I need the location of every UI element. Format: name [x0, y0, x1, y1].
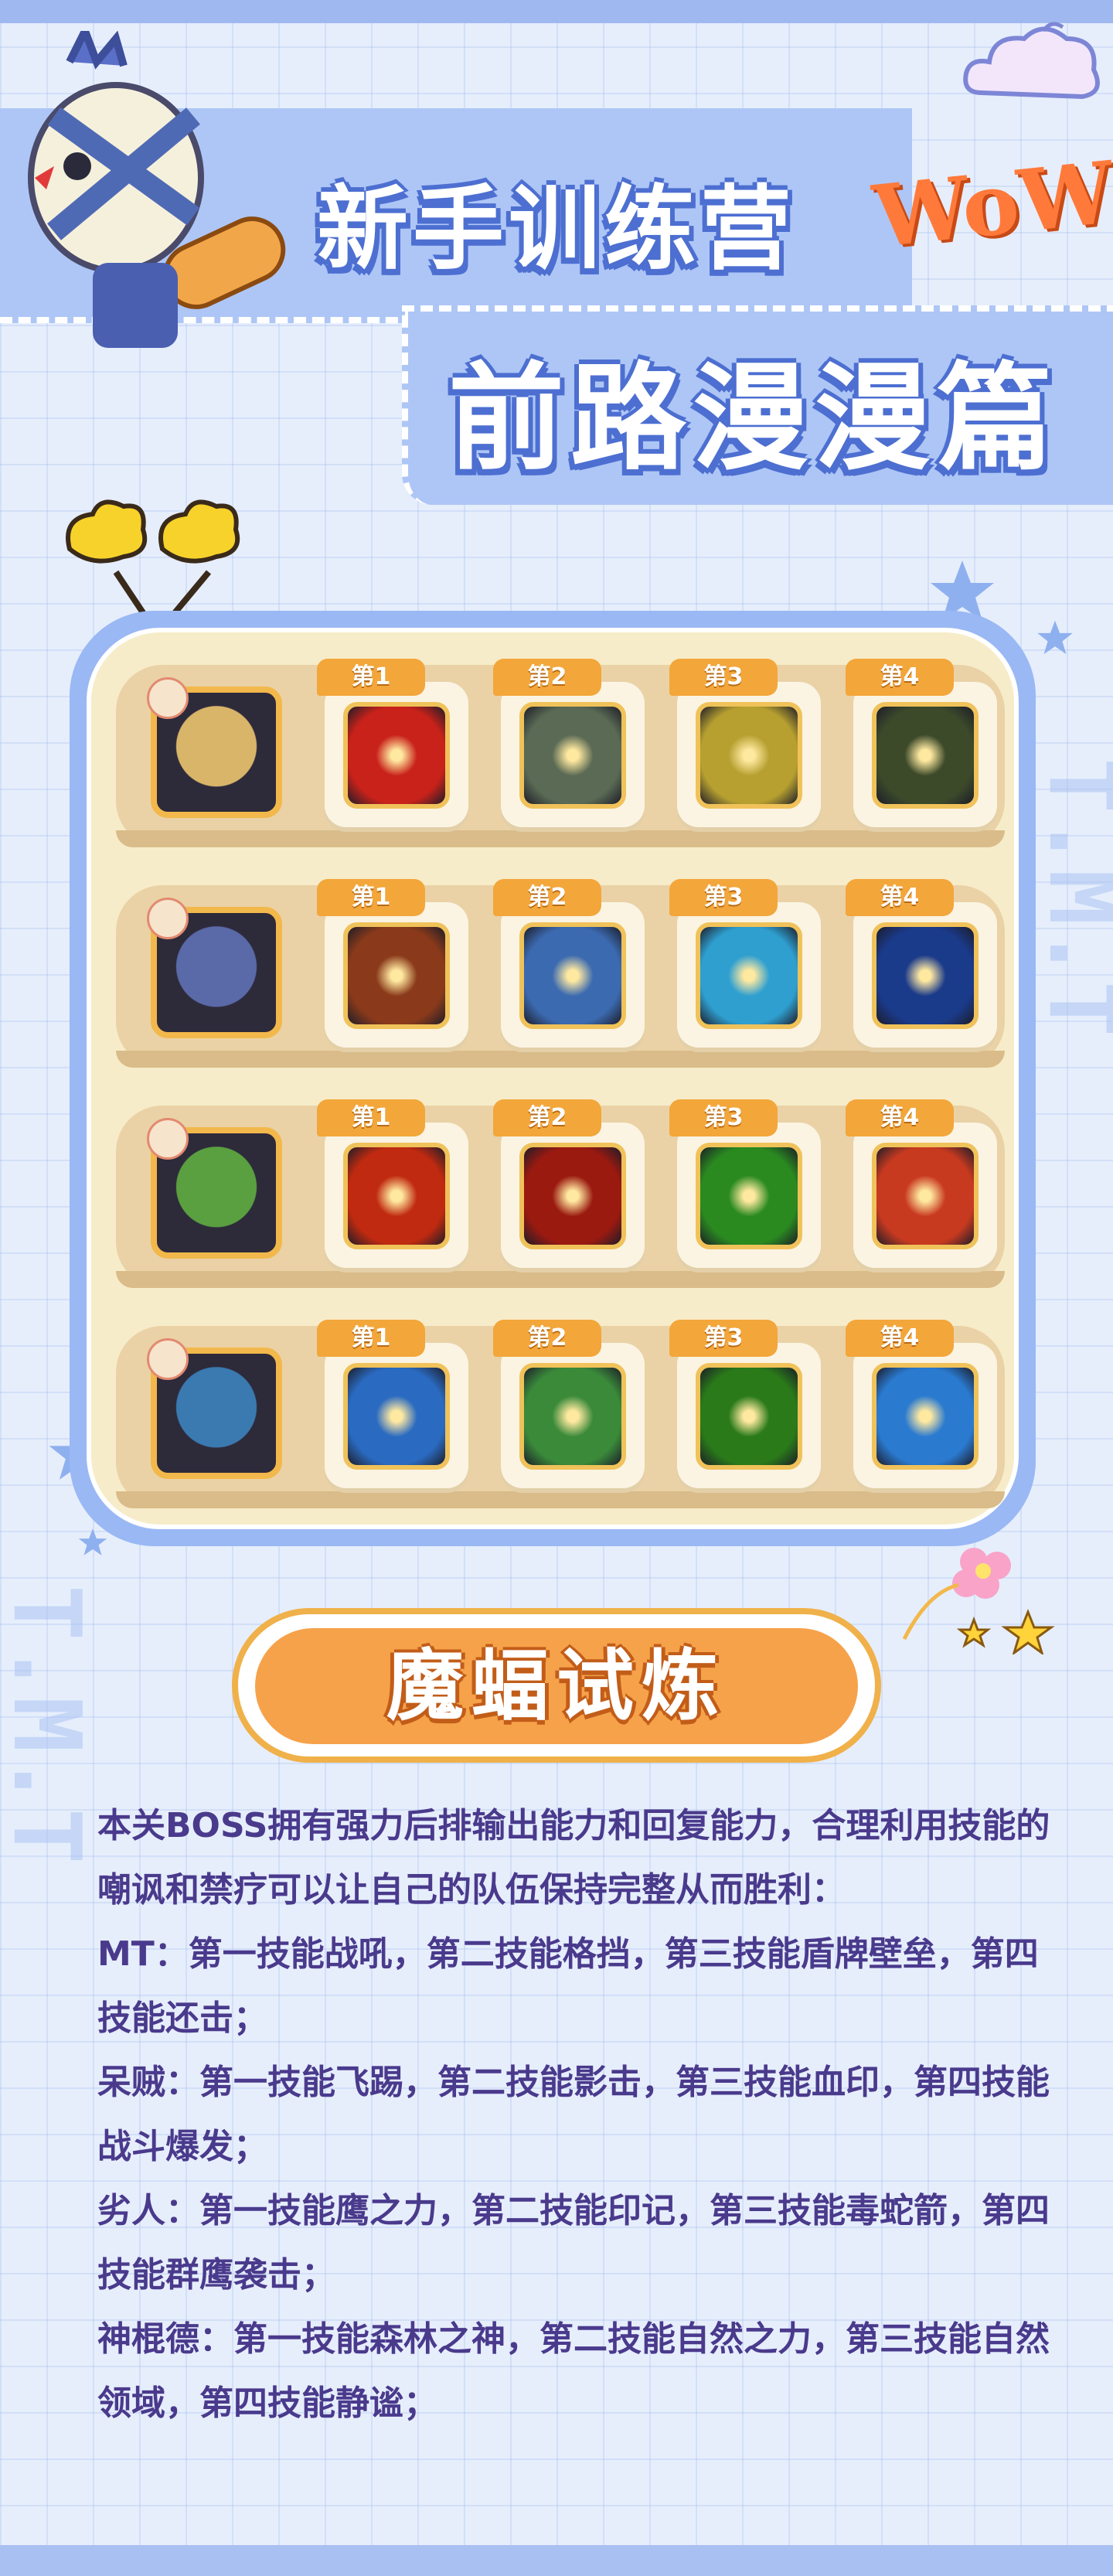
skill-order-tag: 第3 [669, 659, 778, 696]
battle-burst-icon[interactable] [872, 922, 979, 1029]
skill-order-tag: 第1 [317, 879, 425, 916]
skill-order-tag: 第4 [846, 879, 954, 916]
eagle-swarm-icon[interactable] [872, 1143, 979, 1249]
skill-order-tag: 第3 [669, 1099, 778, 1136]
page-title-line2: 前路漫漫篇 [448, 352, 1060, 486]
skill-order-tag: 第1 [317, 1320, 425, 1357]
class-badge-icon [147, 1338, 189, 1380]
description-block: 本关BOSS拥有强力后排输出能力和回复能力，合理利用技能的嘲讽和禁疗可以让自己的… [97, 1794, 1056, 2435]
skill-order-tag: 第3 [669, 879, 778, 916]
skill-slot[interactable]: 第3 [669, 879, 821, 1048]
skill-slot[interactable]: 第2 [493, 1320, 645, 1488]
description-rogue: 呆贼：第一技能飞踢，第二技能影击，第三技能血印，第四技能战斗爆发； [97, 2063, 1050, 2166]
description-hunter: 劣人：第一技能鹰之力，第二技能印记，第三技能毒蛇箭，第四技能群鹰袭击； [97, 2191, 1050, 2295]
description-mt: MT：第一技能战吼，第二技能格挡，第三技能盾牌壁垒，第四技能还击； [97, 1934, 1039, 2038]
skill-order-tag: 第2 [493, 1320, 601, 1357]
skill-order-tag: 第3 [669, 1320, 778, 1357]
skill-order-tag: 第1 [317, 1099, 425, 1136]
page-title-line1: 新手训练营 [317, 175, 797, 282]
nature-domain-icon[interactable] [696, 1363, 802, 1470]
section-title: 魔蝠试炼 [386, 1641, 727, 1731]
skill-slot[interactable]: 第2 [493, 879, 645, 1048]
top-strip [0, 0, 1113, 23]
sparkle-flower-icon [902, 1548, 1055, 1654]
nature-power-icon[interactable] [519, 1363, 626, 1470]
skill-slot[interactable]: 第1 [317, 1320, 468, 1488]
skill-order-tag: 第4 [846, 1320, 954, 1357]
revenge-icon[interactable] [872, 702, 979, 809]
eagle-power-icon[interactable] [343, 1143, 450, 1249]
skill-slot[interactable]: 第3 [669, 1099, 821, 1268]
skill-order-tag: 第4 [846, 1099, 954, 1136]
shadow-strike-icon[interactable] [519, 922, 626, 1029]
skill-order-tag: 第2 [493, 879, 601, 916]
battle-shout-icon[interactable] [343, 702, 450, 809]
silence-icon[interactable] [872, 1363, 979, 1470]
skill-order-tag: 第1 [317, 659, 425, 696]
watermark-left: T.M.T [0, 1585, 100, 1865]
skill-slot[interactable]: 第3 [669, 659, 821, 827]
skill-slot[interactable]: 第1 [317, 879, 468, 1048]
description-intro: 本关BOSS拥有强力后排输出能力和回复能力，合理利用技能的嘲讽和禁疗可以让自己的… [97, 1806, 1050, 1910]
bottom-strip [0, 2545, 1113, 2576]
forest-god-icon[interactable] [343, 1363, 450, 1470]
skill-slot[interactable]: 第4 [846, 879, 997, 1048]
skill-slot[interactable]: 第2 [493, 659, 645, 827]
skill-slot[interactable]: 第4 [846, 659, 997, 827]
skill-slot[interactable]: 第1 [317, 1099, 468, 1268]
star-icon [1037, 620, 1073, 655]
skill-slot[interactable]: 第2 [493, 1099, 645, 1268]
skill-slot[interactable]: 第3 [669, 1320, 821, 1488]
skill-order-tag: 第2 [493, 1099, 601, 1136]
mark-icon[interactable] [519, 1143, 626, 1249]
class-badge-icon [147, 898, 189, 939]
skill-slot[interactable]: 第1 [317, 659, 468, 827]
class-badge-icon [147, 1118, 189, 1160]
mascot-icon [28, 31, 286, 348]
skill-slot[interactable]: 第4 [846, 1320, 997, 1488]
watermark-right: T.M.T [1028, 758, 1113, 1038]
skill-order-tag: 第4 [846, 659, 954, 696]
skill-order-tag: 第2 [493, 659, 601, 696]
puff-icon [66, 499, 240, 621]
class-badge-icon [147, 677, 189, 719]
serpent-arrow-icon[interactable] [696, 1143, 802, 1249]
description-druid: 神棍德：第一技能森林之神，第二技能自然之力，第三技能自然领域，第四技能静谧； [97, 2319, 1050, 2423]
fly-kick-icon[interactable] [343, 922, 450, 1029]
blood-mark-icon[interactable] [696, 922, 802, 1029]
star-icon [78, 1528, 107, 1555]
block-icon[interactable] [519, 702, 626, 809]
skill-slot[interactable]: 第4 [846, 1099, 997, 1268]
cloud-icon [963, 22, 1100, 100]
shield-wall-icon[interactable] [696, 702, 802, 809]
